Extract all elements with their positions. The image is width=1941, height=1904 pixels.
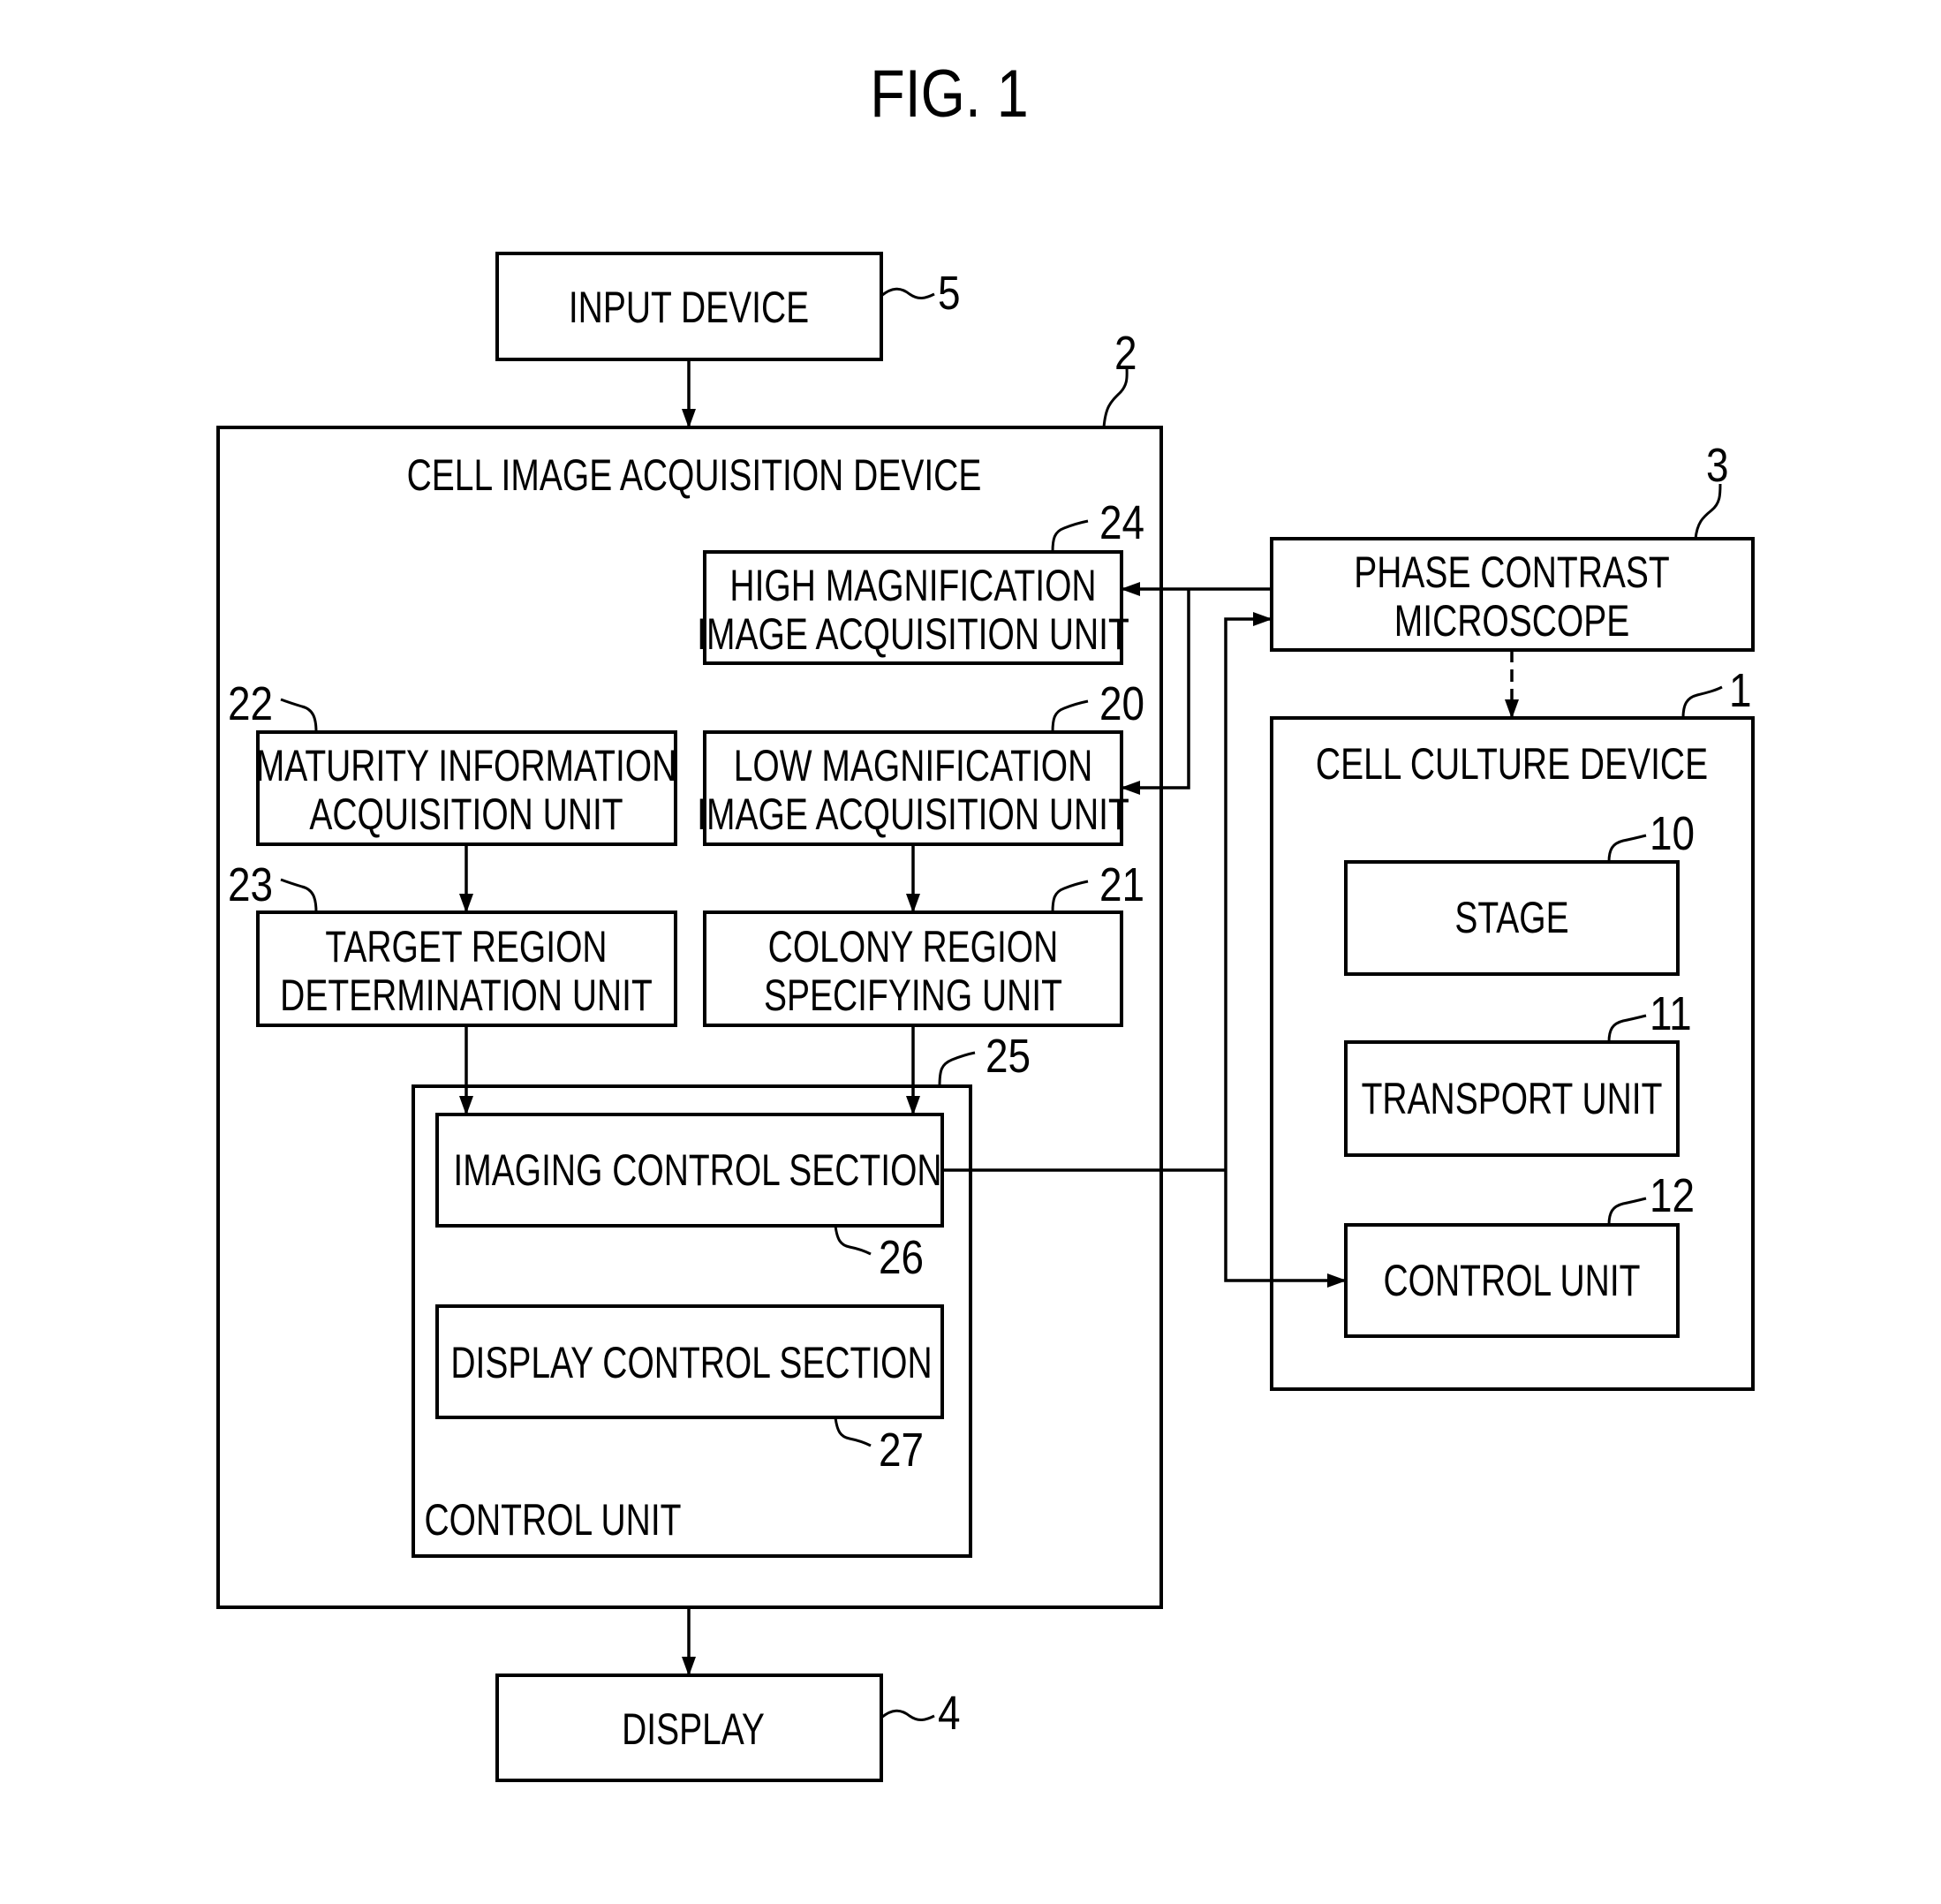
ref-number-4: 4 [938,1687,961,1740]
input-device-block: INPUT DEVICE 5 [495,252,961,361]
ref-number-3: 3 [1706,439,1729,492]
cell-culture-device-label: CELL CULTURE DEVICE [1316,738,1708,789]
arrow-imaging-to-microscope [1224,612,1273,1170]
ref-number-5: 5 [938,267,961,320]
ref-number-25: 25 [986,1030,1031,1083]
display-block: DISPLAY 4 [495,1674,961,1782]
display-label: DISPLAY [622,1704,765,1754]
transport-unit-label: TRANSPORT UNIT [1362,1073,1663,1123]
ref-number-24: 24 [1099,496,1144,549]
target-region-label-line-2: DETERMINATION UNIT [280,970,653,1020]
display-control-section-label: DISPLAY CONTROL SECTION [450,1337,932,1387]
figure-title: FIG. 1 [870,56,1028,131]
ref-number-10: 10 [1650,807,1695,860]
block-diagram: FIG. 1 INPUT DEVICE 5 CELL IMAGE ACQUISI… [216,56,1755,1782]
high-magnification-label-line-1: HIGH MAGNIFICATION [729,560,1096,610]
high-magnification-label-line-2: IMAGE ACQUISITION UNIT [697,608,1129,659]
cell-image-acquisition-device-label: CELL IMAGE ACQUISITION DEVICE [407,450,982,500]
ref-number-23: 23 [228,858,273,911]
phase-contrast-label-line-2: MICROSCOPE [1394,595,1629,646]
phase-contrast-microscope-block: PHASE CONTRAST MICROSCOPE 3 [1270,439,1755,652]
imaging-control-section-label: IMAGING CONTROL SECTION [453,1145,941,1195]
input-device-label: INPUT DEVICE [569,282,809,332]
low-magnification-label-line-1: LOW MAGNIFICATION [734,740,1093,790]
ref-leader-5 [880,287,935,299]
maturity-information-label-line-2: ACQUISITION UNIT [309,789,623,839]
ref-leader-1 [1681,685,1723,719]
ref-number-27: 27 [879,1424,924,1477]
ref-number-12: 12 [1650,1169,1695,1222]
colony-region-label-line-2: SPECIFYING UNIT [764,970,1062,1020]
ref-leader-4 [880,1709,935,1721]
ref-leader-3 [1694,483,1722,540]
maturity-information-label-line-1: MATURITY INFORMATION [256,740,677,790]
control-unit-12-label: CONTROL UNIT [1384,1255,1641,1305]
low-magnification-label-line-2: IMAGE ACQUISITION UNIT [697,789,1129,839]
control-unit-25-label: CONTROL UNIT [425,1494,682,1545]
target-region-label-line-1: TARGET REGION [325,921,607,971]
ref-number-21: 21 [1099,858,1144,911]
ref-number-20: 20 [1099,677,1144,730]
ref-number-26: 26 [879,1231,924,1284]
phase-contrast-label-line-1: PHASE CONTRAST [1354,547,1669,597]
stage-label: STAGE [1454,892,1568,942]
colony-region-label-line-1: COLONY REGION [768,921,1059,971]
ref-number-2: 2 [1114,327,1137,380]
ref-number-22: 22 [228,677,273,730]
control-unit-25-block: CONTROL UNIT 25 [412,1030,1031,1558]
ref-number-11: 11 [1650,987,1692,1040]
ref-number-1: 1 [1729,664,1752,717]
